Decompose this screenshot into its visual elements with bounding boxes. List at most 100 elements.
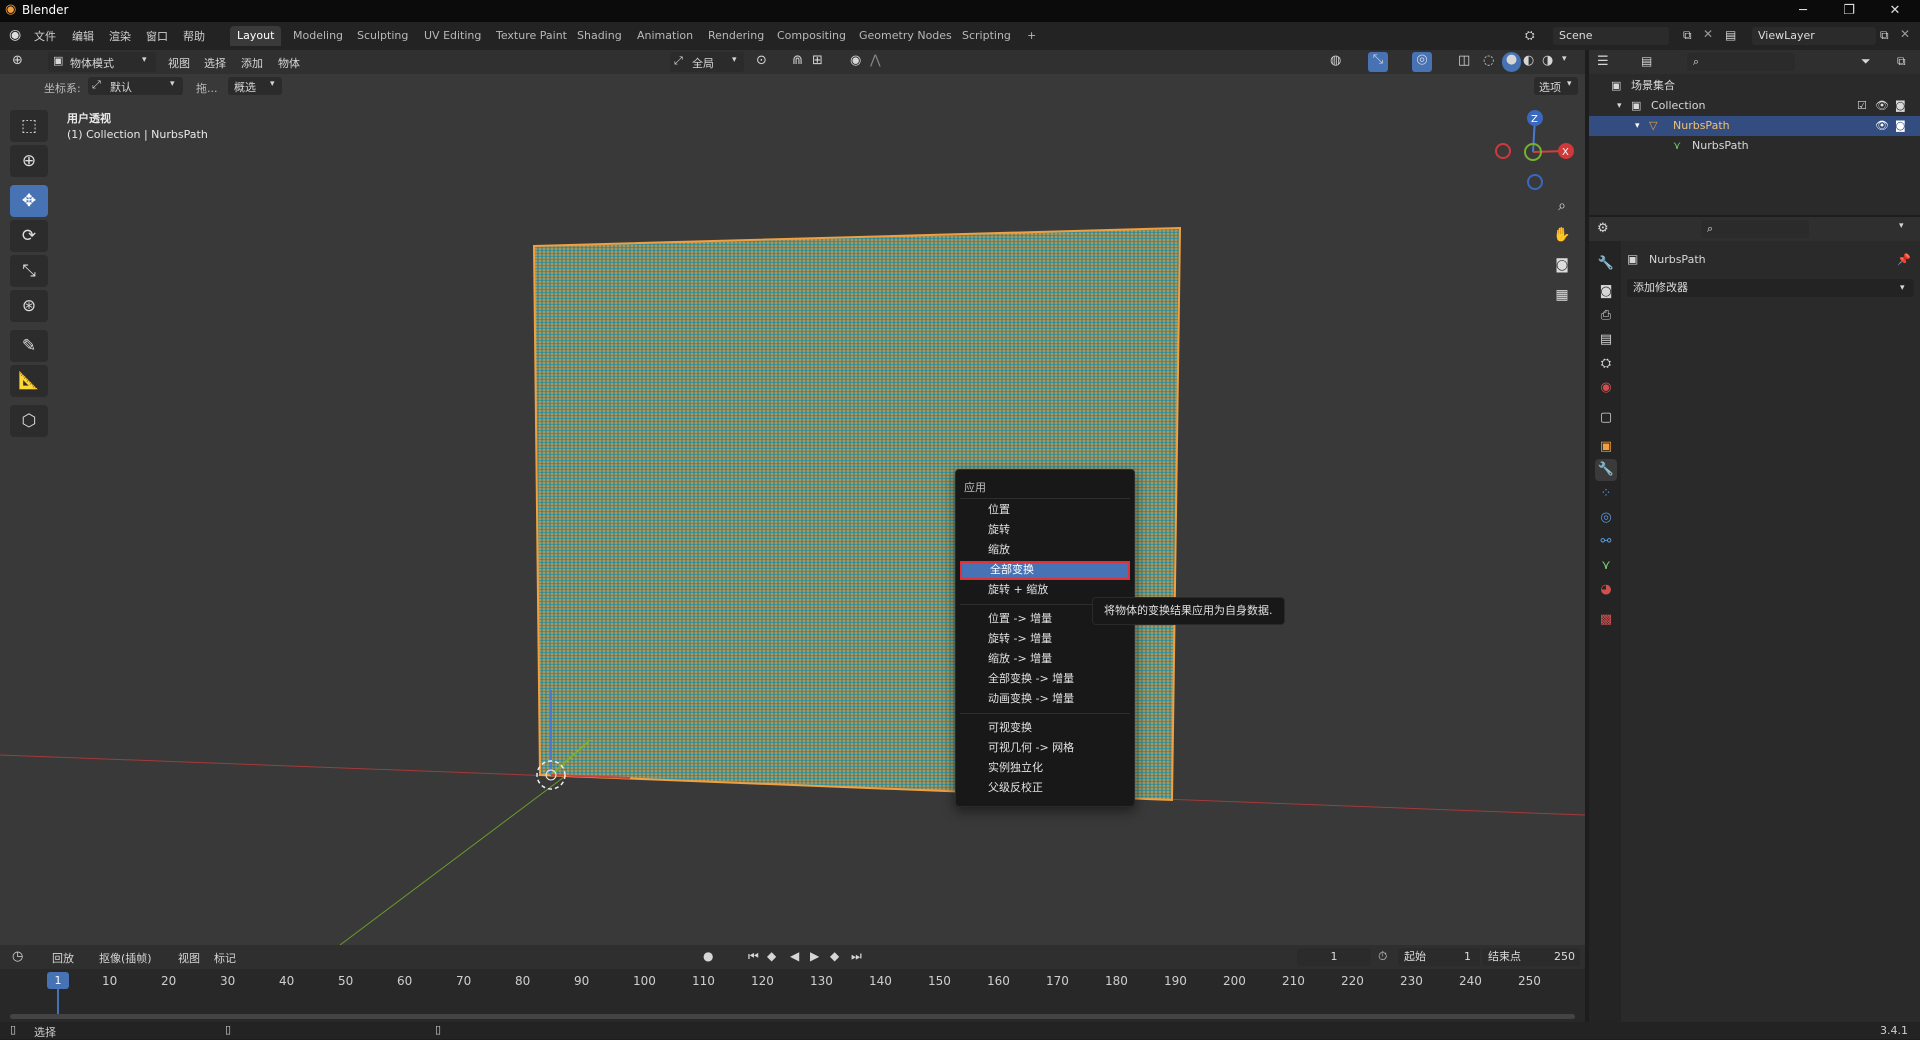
jump-start-icon[interactable]: ⏮ — [748, 949, 759, 964]
render-camera-icon[interactable]: ◙ — [1895, 96, 1906, 116]
checkbox-icon[interactable]: ☑ — [1857, 96, 1867, 116]
scene-name-field[interactable]: Scene — [1553, 27, 1669, 45]
current-frame-field[interactable]: 1 — [1297, 948, 1371, 966]
view-layer-icon[interactable]: ▤ — [1725, 28, 1736, 42]
stopwatch-icon[interactable]: ⏱ — [1378, 949, 1387, 964]
tab-physics[interactable]: ◎ — [1595, 507, 1617, 529]
tab-particles[interactable]: ⁘ — [1595, 483, 1617, 505]
play-reverse-icon[interactable]: ◀ — [790, 949, 799, 963]
outliner-editor-icon[interactable]: ☰ — [1597, 54, 1609, 69]
tab-texture[interactable]: ▩ — [1595, 609, 1617, 631]
zoom-button[interactable]: ⌕ — [1550, 194, 1574, 218]
3d-viewport[interactable]: ⊕ ▣ 物体模式 ▾ 视图 选择 添加 物体 ⤢ 全局 ▾ ⊙ ⋒ ⊞ ◉ ⋀ … — [0, 50, 1585, 945]
menu-edit[interactable]: 编辑 — [72, 28, 94, 44]
properties-editor-icon[interactable]: ⚙ — [1597, 221, 1609, 236]
prev-keyframe-icon[interactable]: ◆ — [767, 949, 776, 963]
delete-scene-icon[interactable]: ✕ — [1703, 27, 1713, 41]
timeline-editor-icon[interactable]: ◷ — [12, 949, 23, 964]
menu-file[interactable]: 文件 — [34, 28, 56, 44]
restore-button[interactable]: ❐ — [1826, 0, 1872, 22]
view-layer-field[interactable]: ViewLayer — [1752, 27, 1876, 45]
expand-arrow-icon[interactable]: ▾ — [1617, 96, 1622, 116]
outliner-row-nurbspath[interactable]: ▾ ▽ NurbsPath 👁 ◙ — [1589, 116, 1920, 136]
new-view-layer-icon[interactable]: ⧉ — [1880, 28, 1889, 43]
minimize-button[interactable]: ─ — [1780, 0, 1826, 22]
outliner-row-collection[interactable]: ▾ ▣ Collection ☑ 👁 ◙ — [1589, 96, 1920, 116]
new-scene-icon[interactable]: ⧉ — [1683, 28, 1692, 43]
play-icon[interactable]: ▶ — [810, 949, 819, 963]
menu-item-scale-delta[interactable]: 缩放 -> 增量 — [960, 650, 1130, 668]
menu-item-all-transforms-delta[interactable]: 全部变换 -> 增量 — [960, 670, 1130, 688]
pin-icon[interactable]: 📌 — [1897, 253, 1911, 266]
record-icon[interactable]: ● — [703, 949, 713, 963]
menu-help[interactable]: 帮助 — [183, 28, 205, 44]
playhead-marker[interactable]: 1 — [47, 972, 69, 989]
tool-annotate[interactable]: ✎ — [10, 330, 48, 362]
blender-menu-icon[interactable]: ◉ — [9, 27, 21, 43]
tool-measure[interactable]: 📐 — [10, 365, 48, 397]
tab-compositing[interactable]: Compositing — [770, 26, 853, 46]
eye-icon[interactable]: 👁 — [1875, 96, 1889, 116]
tool-add-cube[interactable]: ⬡ — [10, 405, 48, 437]
next-keyframe-icon[interactable]: ◆ — [830, 949, 839, 963]
tool-select-box[interactable]: ⬚ — [10, 110, 48, 142]
menu-item-location[interactable]: 位置 — [960, 501, 1130, 519]
menu-item-parent-inverse[interactable]: 父级反校正 — [960, 779, 1130, 797]
expand-arrow-icon[interactable]: ▾ — [1635, 116, 1640, 136]
frame-start-field[interactable]: 起始 1 — [1398, 948, 1480, 966]
tab-scene[interactable]: ⛭ — [1595, 353, 1617, 375]
camera-view-button[interactable]: ◙ — [1550, 253, 1574, 277]
menu-item-visual-geometry-to-mesh[interactable]: 可视几何 -> 网格 — [960, 739, 1130, 757]
tab-material[interactable]: ◕ — [1595, 579, 1617, 601]
jump-end-icon[interactable]: ⏭ — [851, 949, 862, 964]
add-workspace-button[interactable]: + — [1020, 26, 1043, 46]
timeline-frames[interactable]: 1 10 20 30 40 50 60 70 80 90 100 110 120 130 140 150 16… — [0, 969, 1585, 1025]
tab-modifiers[interactable]: 🔧 — [1595, 459, 1617, 481]
menu-render[interactable]: 渲染 — [109, 28, 131, 44]
tab-collection[interactable]: ▢ — [1595, 407, 1617, 429]
playback-menu[interactable]: 回放 — [52, 950, 74, 966]
frame-end-field[interactable]: 结束点 250 — [1482, 948, 1580, 966]
menu-window[interactable]: 窗口 — [146, 28, 168, 44]
filter-icon[interactable]: ⏷ — [1861, 54, 1871, 69]
tab-sculpting[interactable]: Sculpting — [350, 26, 415, 46]
tab-modeling[interactable]: Modeling — [286, 26, 350, 46]
tab-render[interactable]: ◙ — [1595, 281, 1617, 303]
keying-menu[interactable]: 抠像(插帧) — [99, 950, 152, 966]
add-modifier-dropdown[interactable]: 添加修改器 ▾ — [1627, 279, 1914, 297]
menu-item-all-transforms[interactable]: 全部变换 — [960, 561, 1130, 580]
chevron-down-icon[interactable]: ▾ — [1899, 221, 1904, 231]
tab-layout[interactable]: Layout — [230, 26, 282, 46]
menu-item-rotation-delta[interactable]: 旋转 -> 增量 — [960, 630, 1130, 648]
properties-search-input[interactable]: ⌕ — [1701, 220, 1809, 238]
tab-geometry-nodes[interactable]: Geometry Nodes — [852, 26, 959, 46]
eye-icon[interactable]: 👁 — [1875, 116, 1889, 136]
tab-world[interactable]: ◉ — [1595, 377, 1617, 399]
tool-transform[interactable]: ⊛ — [10, 290, 48, 322]
timeline-view-menu[interactable]: 视图 — [178, 950, 200, 966]
tool-scale[interactable]: ⤡ — [10, 255, 48, 287]
tab-uv-editing[interactable]: UV Editing — [417, 26, 488, 46]
new-collection-icon[interactable]: ⧉ — [1897, 54, 1906, 69]
close-button[interactable]: ✕ — [1872, 0, 1918, 22]
tab-shading[interactable]: Shading — [570, 26, 629, 46]
outliner-row-scene-collection[interactable]: ▣ 场景集合 — [1589, 76, 1920, 96]
menu-item-make-instances-real[interactable]: 实例独立化 — [960, 759, 1130, 777]
scene-icon[interactable]: ⛭ — [1525, 28, 1535, 43]
tab-data[interactable]: ⋎ — [1595, 555, 1617, 577]
tool-rotate[interactable]: ⟳ — [10, 220, 48, 252]
timeline-scrollbar[interactable] — [10, 1014, 1575, 1019]
menu-item-rotation[interactable]: 旋转 — [960, 521, 1130, 539]
menu-item-animated-transforms-delta[interactable]: 动画变换 -> 增量 — [960, 690, 1130, 708]
render-camera-icon[interactable]: ◙ — [1895, 116, 1906, 136]
tool-move[interactable]: ✥ — [10, 185, 48, 217]
menu-item-scale[interactable]: 缩放 — [960, 541, 1130, 559]
marker-menu[interactable]: 标记 — [214, 950, 236, 966]
delete-view-layer-icon[interactable]: ✕ — [1900, 27, 1910, 41]
tab-object[interactable]: ▣ — [1595, 436, 1617, 458]
ortho-toggle-button[interactable]: ▦ — [1550, 283, 1574, 307]
outliner-row-nurbspath-data[interactable]: ⋎ NurbsPath — [1589, 136, 1920, 156]
tab-animation[interactable]: Animation — [630, 26, 700, 46]
tab-rendering[interactable]: Rendering — [701, 26, 771, 46]
tab-view-layer[interactable]: ▤ — [1595, 329, 1617, 351]
